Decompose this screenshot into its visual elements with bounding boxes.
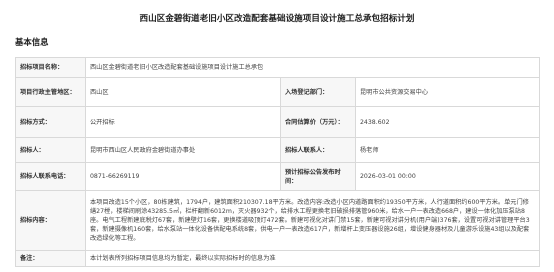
value-project-name: 西山区金碧街道老旧小区改造配套基础设施项目设计施工总承包 bbox=[85, 57, 540, 78]
value-platform: 昆明市公共资源交易中心 bbox=[355, 77, 540, 107]
label-platform: 入场登记部门： bbox=[280, 77, 356, 107]
value-contact: 杨老师 bbox=[355, 137, 540, 163]
value-publish-time: 2026-03-01 00:00 bbox=[355, 162, 540, 191]
value-amount: 2438.602 bbox=[355, 106, 540, 138]
label-publish-time: 预计招标公告发布时间： bbox=[280, 162, 356, 191]
tender-plan-page: 西山区金碧街道老旧小区改造配套基础设施项目设计施工总承包招标计划 基本信息 招标… bbox=[0, 0, 554, 272]
label-remark: 备注： bbox=[15, 250, 86, 267]
value-region: 西山区 bbox=[85, 77, 281, 107]
label-content: 招标内容： bbox=[15, 190, 86, 251]
page-title: 西山区金碧街道老旧小区改造配套基础设施项目设计施工总承包招标计划 bbox=[139, 14, 415, 24]
row-remark: 备注： 本计划表所列招标项目信息均为暂定，最终以实际招标时的信息为准 bbox=[15, 250, 540, 267]
label-tenderer: 招标人： bbox=[15, 137, 86, 163]
value-method: 公开招标 bbox=[85, 106, 281, 138]
info-table: 招标项目名称： 西山区金碧街道老旧小区改造配套基础设施项目设计施工总承包 项目行… bbox=[15, 57, 540, 267]
value-tenderer: 昆明市西山区人民政府金碧街道办事处 bbox=[85, 137, 281, 163]
row-project-name: 招标项目名称： 西山区金碧街道老旧小区改造配套基础设施项目设计施工总承包 bbox=[15, 57, 540, 78]
label-contact: 招标人联系人： bbox=[280, 137, 356, 163]
row-content: 招标内容： 本项目改造15个小区，80栋建筑，1794户，建筑面积210307.… bbox=[15, 190, 540, 251]
label-phone: 招标人联系电话： bbox=[15, 162, 86, 191]
row-region: 项目行政主管地区： 西山区 入场登记部门： 昆明市公共资源交易中心 bbox=[15, 77, 540, 107]
label-project-name: 招标项目名称： bbox=[15, 57, 86, 78]
section-heading: 基本信息 bbox=[15, 37, 49, 47]
row-tenderer: 招标人： 昆明市西山区人民政府金碧街道办事处 招标人联系人： 杨老师 bbox=[15, 137, 540, 163]
label-region: 项目行政主管地区： bbox=[15, 77, 86, 107]
value-content: 本项目改造15个小区，80栋建筑，1794户，建筑面积210307.18平方米。… bbox=[85, 190, 540, 251]
label-method: 招标方式： bbox=[15, 106, 86, 138]
value-remark: 本计划表所列招标项目信息均为暂定，最终以实际招标时的信息为准 bbox=[85, 250, 540, 267]
value-phone: 0871-66269119 bbox=[85, 162, 281, 191]
row-method: 招标方式： 公开招标 合同估算价（万元）： 2438.602 bbox=[15, 106, 540, 138]
label-amount: 合同估算价（万元）： bbox=[280, 106, 356, 138]
row-phone: 招标人联系电话： 0871-66269119 预计招标公告发布时间： 2026-… bbox=[15, 162, 540, 191]
